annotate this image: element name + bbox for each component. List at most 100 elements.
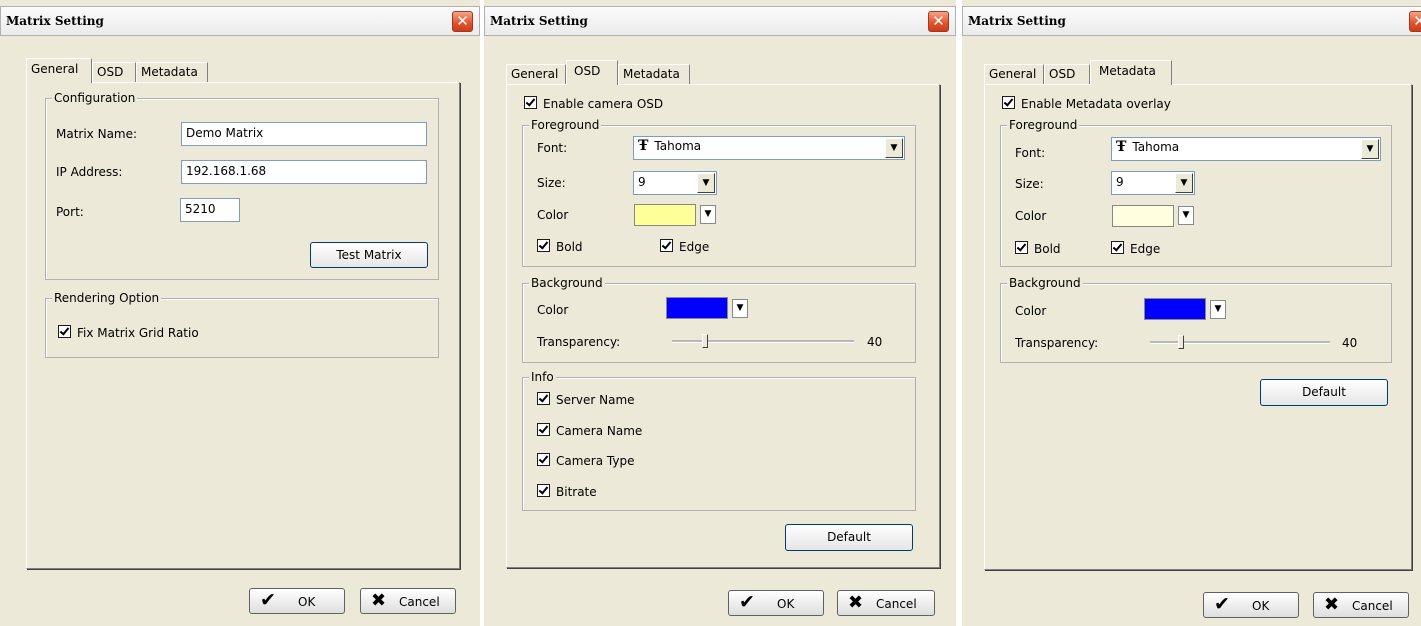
camera-name-checkbox[interactable]: Camera Name xyxy=(537,423,642,438)
ok-button[interactable]: ✔ OK xyxy=(728,590,824,616)
configuration-legend: Configuration xyxy=(52,91,138,105)
checkbox-mark xyxy=(537,392,550,405)
camera-type-checkbox[interactable]: Camera Type xyxy=(537,453,634,468)
tab-metadata[interactable]: Metadata xyxy=(618,64,690,84)
bitrate-checkbox[interactable]: Bitrate xyxy=(537,484,597,499)
enable-metadata-overlay-checkbox[interactable]: Enable Metadata overlay xyxy=(1002,96,1171,111)
window-title: Matrix Setting xyxy=(490,14,588,28)
transparency-slider-thumb[interactable] xyxy=(1178,335,1184,349)
test-matrix-button[interactable]: Test Matrix xyxy=(310,242,428,268)
enable-camera-osd-label: Enable camera OSD xyxy=(543,97,664,111)
checkbox-mark xyxy=(1015,241,1028,254)
checkbox-mark xyxy=(537,453,550,466)
font-name: Tahoma xyxy=(1132,140,1180,154)
default-button[interactable]: Default xyxy=(785,524,913,551)
edge-checkbox[interactable]: Edge xyxy=(660,239,709,254)
ok-button[interactable]: ✔ OK xyxy=(1203,592,1299,618)
checkbox-mark xyxy=(537,423,550,436)
fg-color-label: Color xyxy=(537,208,569,222)
port-input[interactable]: 5210 xyxy=(180,198,240,222)
transparency-label: Transparency: xyxy=(537,335,621,349)
checkbox-mark xyxy=(537,239,550,252)
ok-label: OK xyxy=(777,597,795,611)
cross-icon: ✖ xyxy=(1324,594,1340,615)
tab-bar: General OSD Metadata xyxy=(26,58,246,83)
check-icon: ✔ xyxy=(739,591,755,613)
background-legend: Background xyxy=(1007,276,1083,290)
matrix-name-input[interactable]: Demo Matrix xyxy=(181,122,427,146)
tab-general[interactable]: General xyxy=(26,58,92,83)
fg-color-label: Color xyxy=(1015,209,1047,223)
transparency-slider-thumb[interactable] xyxy=(702,334,708,348)
ip-address-label: IP Address: xyxy=(56,165,123,179)
bold-label: Bold xyxy=(1034,242,1061,256)
cancel-button[interactable]: ✖ Cancel xyxy=(360,588,456,614)
tab-general[interactable]: General xyxy=(506,64,566,84)
close-button[interactable]: ✕ xyxy=(452,11,473,32)
font-select[interactable]: Ŧ Tahoma ▼ xyxy=(633,136,905,160)
chevron-down-icon[interactable]: ▼ xyxy=(1210,300,1226,319)
bold-label: Bold xyxy=(556,240,583,254)
bg-color-swatch[interactable] xyxy=(1144,298,1206,320)
transparency-slider-track[interactable] xyxy=(1150,341,1330,344)
bitrate-label: Bitrate xyxy=(556,485,597,499)
tab-osd[interactable]: OSD xyxy=(92,62,136,82)
check-icon: ✔ xyxy=(260,589,276,611)
cancel-button[interactable]: ✖ Cancel xyxy=(1313,592,1409,618)
tab-osd[interactable]: OSD xyxy=(1044,64,1090,84)
size-value: 9 xyxy=(638,175,646,189)
cancel-label: Cancel xyxy=(876,597,917,611)
size-label: Size: xyxy=(537,176,566,190)
tab-metadata[interactable]: Metadata xyxy=(136,62,208,82)
bg-color-label: Color xyxy=(537,303,569,317)
tab-general[interactable]: General xyxy=(984,64,1044,84)
foreground-legend: Foreground xyxy=(529,118,602,132)
enable-metadata-overlay-label: Enable Metadata overlay xyxy=(1021,97,1171,111)
bold-checkbox[interactable]: Bold xyxy=(537,239,583,254)
font-select-value: Ŧ Tahoma xyxy=(1116,139,1179,155)
dialog-metadata: Matrix Setting ✕ General OSD Metadata En… xyxy=(962,0,1421,626)
font-name: Tahoma xyxy=(654,139,702,153)
chevron-down-icon[interactable]: ▼ xyxy=(732,299,748,318)
foreground-legend: Foreground xyxy=(1007,118,1080,132)
dialog-osd: Matrix Setting ✕ General OSD Metadata En… xyxy=(484,0,956,626)
chevron-down-icon[interactable]: ▼ xyxy=(700,205,716,224)
transparency-value: 40 xyxy=(867,335,883,349)
camera-name-label: Camera Name xyxy=(556,424,643,438)
transparency-slider-track[interactable] xyxy=(672,340,854,343)
bold-checkbox[interactable]: Bold xyxy=(1015,241,1061,256)
size-label: Size: xyxy=(1015,177,1044,191)
size-select[interactable]: 9 ▼ xyxy=(633,171,717,195)
close-button[interactable]: ✕ xyxy=(928,11,949,32)
cancel-button[interactable]: ✖ Cancel xyxy=(837,590,935,616)
cancel-label: Cancel xyxy=(1352,599,1393,613)
size-select[interactable]: 9 ▼ xyxy=(1111,171,1195,195)
cross-icon: ✖ xyxy=(371,590,387,611)
edge-label: Edge xyxy=(1130,242,1161,256)
close-button[interactable]: ✕ xyxy=(1409,11,1421,32)
default-button[interactable]: Default xyxy=(1260,379,1388,406)
font-label: Font: xyxy=(1015,146,1046,160)
info-legend: Info xyxy=(529,370,556,384)
ok-label: OK xyxy=(298,595,316,609)
fix-matrix-grid-ratio-checkbox[interactable]: Fix Matrix Grid Ratio xyxy=(58,325,199,340)
tab-osd[interactable]: OSD xyxy=(566,60,618,85)
title-bar: Matrix Setting ✕ xyxy=(0,6,480,36)
enable-camera-osd-checkbox[interactable]: Enable camera OSD xyxy=(524,96,663,111)
background-group: Background xyxy=(522,276,916,363)
ip-address-input[interactable]: 192.168.1.68 xyxy=(181,160,427,184)
ok-button[interactable]: ✔ OK xyxy=(249,588,345,614)
chevron-down-icon: ▼ xyxy=(885,138,903,158)
fg-color-swatch[interactable] xyxy=(1112,205,1174,227)
chevron-down-icon[interactable]: ▼ xyxy=(1178,206,1194,225)
font-select[interactable]: Ŧ Tahoma ▼ xyxy=(1111,137,1381,161)
chevron-down-icon: ▼ xyxy=(1175,173,1193,193)
edge-checkbox[interactable]: Edge xyxy=(1111,241,1160,256)
server-name-checkbox[interactable]: Server Name xyxy=(537,392,635,407)
truetype-icon: Ŧ xyxy=(638,138,649,154)
rendering-option-legend: Rendering Option xyxy=(52,291,162,305)
chevron-down-icon: ▼ xyxy=(697,173,715,193)
tab-metadata[interactable]: Metadata xyxy=(1090,60,1172,85)
bg-color-swatch[interactable] xyxy=(666,297,728,319)
fg-color-swatch[interactable] xyxy=(634,204,696,226)
